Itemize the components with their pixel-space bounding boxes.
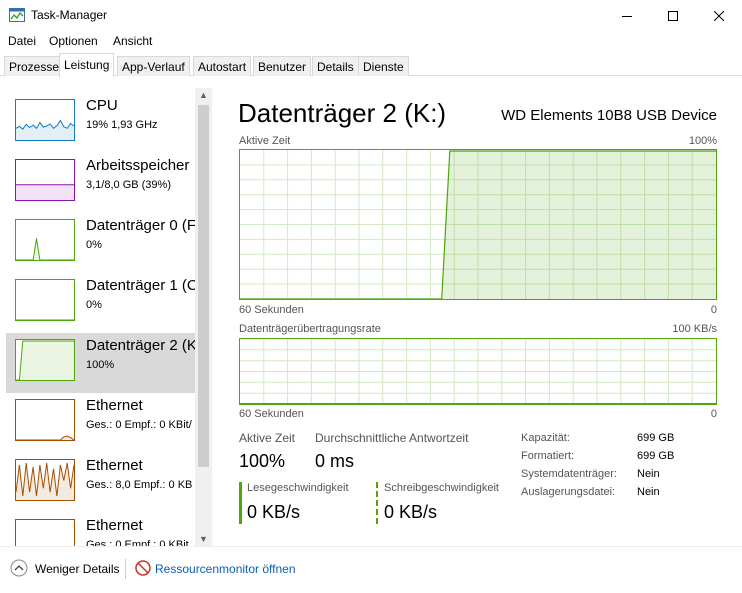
capacity-value: 699 GB [637, 432, 675, 444]
graph1-time-label: 60 Sekunden [239, 304, 304, 316]
graph2-max: 100 KB/s [672, 323, 717, 335]
sidebar-item-value: 0% [86, 239, 102, 251]
window-title: Task-Manager [31, 8, 108, 22]
detail-panel: Datenträger 2 (K:) WD Elements 10B8 USB … [212, 76, 742, 546]
sidebar-item-3[interactable]: Datenträger 1 (C 0% [6, 273, 196, 333]
formatted-label: Formatiert: [521, 450, 575, 462]
sidebar-thumbnail-graph [15, 279, 75, 321]
close-button[interactable] [696, 0, 742, 31]
sidebar-item-value: Ges.: 0 Empf.: 0 KBit/ [86, 419, 192, 431]
sidebar-thumbnail-graph [15, 159, 75, 201]
open-resource-monitor-link[interactable]: Ressourcenmonitor öffnen [155, 562, 296, 576]
sidebar-item-2[interactable]: Datenträger 0 (F 0% [6, 213, 196, 273]
minimize-icon [622, 15, 632, 17]
sidebar-thumbnail-graph [15, 339, 75, 381]
device-name: WD Elements 10B8 USB Device [501, 107, 717, 124]
formatted-value: 699 GB [637, 450, 675, 462]
capacity-label: Kapazität: [521, 432, 570, 444]
scroll-down-icon[interactable]: ▼ [199, 534, 208, 544]
read-speed-marker [239, 482, 242, 524]
sidebar-item-name: CPU [86, 97, 118, 114]
tab-prozesse[interactable]: Prozesse [4, 56, 65, 76]
menu-optionen[interactable]: Optionen [49, 34, 98, 48]
sidebar-thumbnail-graph [15, 399, 75, 441]
fewer-details-button[interactable]: Weniger Details [35, 562, 119, 576]
sidebar-thumbnail-graph [15, 519, 75, 546]
sidebar-thumbnail-graph [15, 99, 75, 141]
pagefile-value: Nein [637, 486, 660, 498]
tab-dienste[interactable]: Dienste [358, 56, 409, 76]
resource-monitor-icon [135, 560, 151, 576]
graph1-zero-label: 0 [710, 304, 717, 316]
tab-autostart[interactable]: Autostart [193, 56, 252, 76]
task-manager-icon [9, 8, 25, 22]
sidebar-thumbnail-graph [15, 219, 75, 261]
read-speed-value: 0 KB/s [247, 502, 301, 522]
sidebar-item-name: Ethernet [86, 457, 143, 474]
sidebar-item-value: 3,1/8,0 GB (39%) [86, 179, 171, 191]
graph1-label: Aktive Zeit [239, 135, 291, 147]
transfer-rate-graph [239, 338, 717, 405]
sidebar-item-7[interactable]: Ethernet Ges.: 0 Empf.: 0 KBit [6, 513, 195, 546]
minimize-button[interactable] [604, 0, 650, 31]
pagefile-label: Auslagerungsdatei: [521, 486, 616, 498]
footer-bar: Weniger Details Ressourcenmonitor öffnen [0, 546, 742, 593]
sidebar-item-value: 100% [86, 359, 115, 371]
sidebar-item-value: 19% 1,93 GHz [86, 119, 158, 131]
tab-leistung[interactable]: Leistung [59, 53, 115, 77]
system-disk-label: Systemdatenträger: [521, 468, 617, 480]
write-speed-marker [376, 482, 378, 524]
footer-divider [125, 559, 126, 579]
tab-details[interactable]: Details [312, 56, 359, 76]
read-speed-label: Lesegeschwindigkeit [247, 482, 349, 494]
chevron-up-circle-icon[interactable] [10, 559, 28, 577]
sidebar-item-6[interactable]: Ethernet Ges.: 8,0 Empf.: 0 KB [6, 453, 195, 513]
sidebar-item-0[interactable]: CPU 19% 1,93 GHz [6, 93, 195, 153]
sidebar-item-name: Datenträger 0 (F [86, 217, 196, 234]
graph2-time-label: 60 Sekunden [239, 408, 304, 420]
menu-bar: Datei Optionen Ansicht [0, 31, 742, 51]
sidebar-thumbnail-graph [15, 459, 75, 501]
sidebar-item-name: Arbeitsspeicher [86, 157, 190, 174]
tab-app-verlauf[interactable]: App-Verlauf [117, 56, 190, 76]
write-speed-label: Schreibgeschwindigkeit [384, 482, 499, 494]
write-speed-value: 0 KB/s [384, 502, 438, 522]
sidebar-item-name: Ethernet [86, 397, 143, 414]
scrollbar-thumb[interactable] [198, 105, 209, 467]
sidebar-item-5[interactable]: Ethernet Ges.: 0 Empf.: 0 KBit/ [6, 393, 195, 453]
page-title: Datenträger 2 (K:) [238, 98, 447, 128]
sidebar-item-name: Datenträger 1 (C [86, 277, 196, 294]
title-bar: Task-Manager [0, 0, 742, 31]
sidebar-item-name: Ethernet [86, 517, 143, 534]
maximize-icon [668, 10, 678, 21]
close-icon [714, 10, 724, 21]
sidebar-item-name: Datenträger 2 (K [86, 337, 196, 354]
maximize-button[interactable] [650, 0, 696, 31]
sidebar-item-value: Ges.: 8,0 Empf.: 0 KB [86, 479, 193, 491]
graph1-max: 100% [688, 135, 717, 147]
response-time-value: 0 ms [315, 451, 355, 471]
sidebar-item-value: 0% [86, 299, 102, 311]
tab-bar: Prozesse Leistung App-Verlauf Autostart … [0, 53, 742, 77]
tab-benutzer[interactable]: Benutzer [253, 56, 312, 76]
sidebar-item-value: Ges.: 0 Empf.: 0 KBit [86, 539, 189, 546]
menu-datei[interactable]: Datei [8, 34, 36, 48]
graph2-label: Datenträgerübertragungsrate [239, 323, 381, 335]
system-disk-value: Nein [637, 468, 660, 480]
scroll-up-icon[interactable]: ▲ [199, 90, 208, 100]
sidebar-item-4[interactable]: Datenträger 2 (K 100% [6, 333, 196, 393]
active-time-label: Aktive Zeit [239, 431, 296, 445]
sidebar-item-1[interactable]: Arbeitsspeicher 3,1/8,0 GB (39%) [6, 153, 195, 213]
menu-ansicht[interactable]: Ansicht [113, 34, 152, 48]
resource-sidebar: CPU 19% 1,93 GHz Arbeitsspeicher 3,1/8,0 GB… [0, 76, 212, 546]
response-time-label: Durchschnittliche Antwortzeit [315, 431, 469, 445]
active-time-graph [239, 149, 717, 300]
sidebar-scrollbar[interactable]: ▲ ▼ [195, 88, 212, 546]
graph2-zero-label: 0 [710, 408, 717, 420]
active-time-value: 100% [239, 451, 286, 471]
